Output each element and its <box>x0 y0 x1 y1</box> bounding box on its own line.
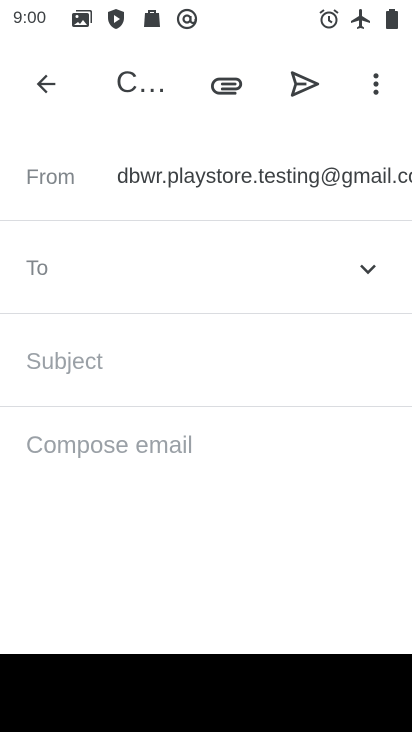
compose-email-field[interactable]: Compose email <box>26 432 193 460</box>
to-label: To <box>26 257 49 280</box>
from-account[interactable]: dbwr.playstore.testing@gmail.com <box>117 165 412 189</box>
attach-icon <box>211 67 245 101</box>
back-arrow-icon <box>32 70 60 98</box>
status-time: 9:00 <box>13 8 47 27</box>
play-protect-icon <box>104 7 128 31</box>
send-button[interactable] <box>283 62 327 106</box>
alarm-icon <box>317 7 341 31</box>
system-navigation-bar <box>0 654 412 732</box>
chevron-down-icon[interactable] <box>354 255 382 283</box>
photos-icon <box>70 7 94 31</box>
from-row[interactable]: From dbwr.playstore.testing@gmail.com <box>0 132 412 221</box>
to-input[interactable] <box>70 241 344 299</box>
to-row: To <box>0 221 412 314</box>
status-bar: 9:00 <box>0 0 412 38</box>
attach-button[interactable] <box>206 62 250 106</box>
store-icon <box>140 7 164 31</box>
compose-body[interactable]: Compose email <box>0 408 412 654</box>
more-vert-icon <box>362 70 390 98</box>
send-icon <box>288 67 322 101</box>
battery-icon <box>380 7 404 31</box>
back-button[interactable] <box>24 62 68 106</box>
more-options-button[interactable] <box>354 62 398 106</box>
compose-toolbar: C... <box>0 38 412 132</box>
at-sign-icon <box>175 7 199 31</box>
compose-title: C... <box>116 66 167 99</box>
gmail-compose-screen: 9:00 C... From dbwr.playstore.testing@gm… <box>0 0 412 732</box>
from-label: From <box>26 166 75 189</box>
airplane-mode-icon <box>349 7 373 31</box>
subject-field[interactable]: Subject <box>26 348 103 375</box>
subject-row[interactable]: Subject <box>0 314 412 407</box>
